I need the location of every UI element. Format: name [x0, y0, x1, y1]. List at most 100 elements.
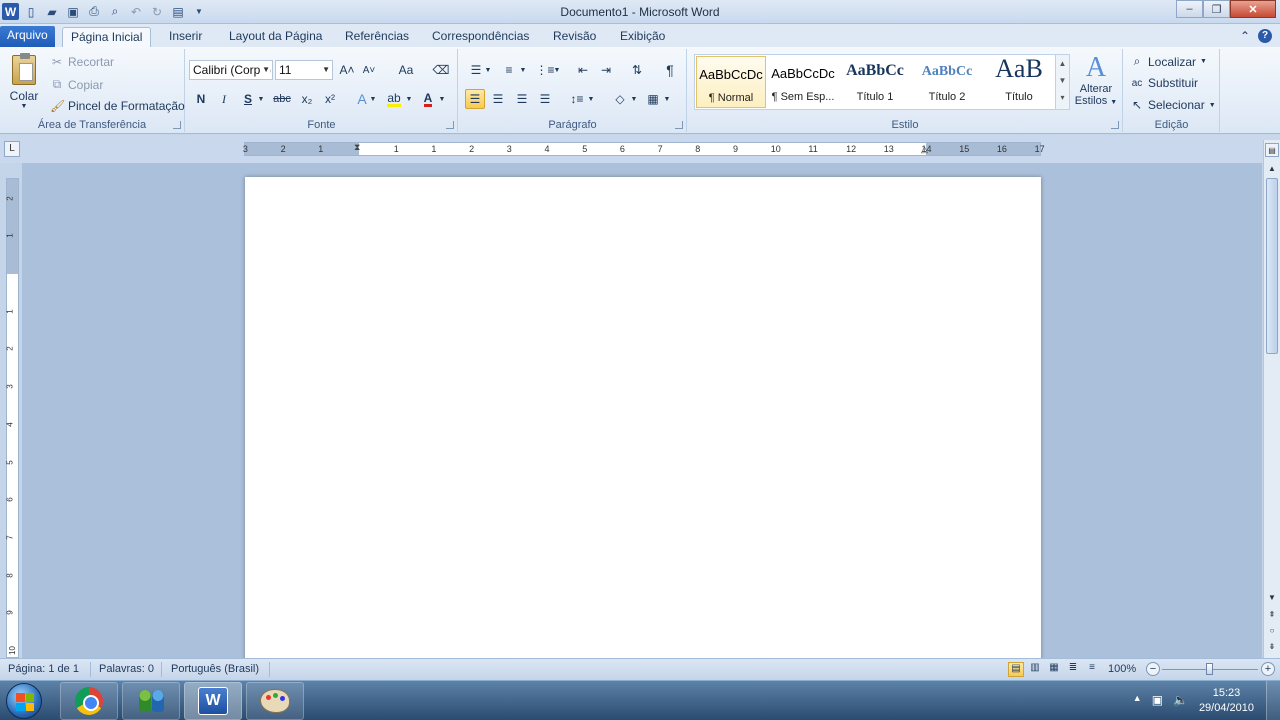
borders-dropdown-icon[interactable]: ▼ — [662, 89, 672, 109]
tab-revisao[interactable]: Revisão — [545, 27, 604, 47]
paragraph-launcher-icon[interactable] — [675, 121, 683, 129]
select-button[interactable]: ↖ Selecionar ▼ — [1130, 98, 1216, 112]
outline-view-icon[interactable]: ≣ — [1065, 662, 1081, 677]
copy-button[interactable]: ⧉ Copiar — [50, 77, 104, 92]
clipboard-launcher-icon[interactable] — [173, 121, 181, 129]
document-page[interactable] — [245, 177, 1041, 667]
font-launcher-icon[interactable] — [446, 121, 454, 129]
taskbar-paint[interactable] — [246, 682, 304, 720]
bullets-dropdown-icon[interactable]: ▼ — [483, 60, 493, 80]
vertical-scrollbar[interactable]: ▤ ▲ ▼ ⇞ ○ ⇟ — [1263, 140, 1280, 658]
tab-exibicao[interactable]: Exibição — [612, 27, 673, 47]
chevron-up-icon[interactable]: ▲ — [1056, 55, 1069, 72]
clear-formatting-icon[interactable]: ⌫ — [431, 60, 451, 80]
tab-arquivo[interactable]: Arquivo — [0, 26, 55, 47]
increase-indent-icon[interactable]: ⇥ — [596, 60, 616, 80]
full-screen-reading-icon[interactable]: ▥ — [1027, 662, 1043, 677]
start-button[interactable] — [6, 683, 42, 719]
minimize-button[interactable]: – — [1176, 0, 1203, 18]
minimize-ribbon-icon[interactable]: ⌃ — [1240, 29, 1250, 43]
italic-button[interactable]: I — [214, 89, 234, 109]
scroll-thumb[interactable] — [1266, 178, 1278, 354]
styles-gallery-scroll[interactable]: ▲ ▼ ▾ — [1055, 55, 1069, 109]
zoom-level[interactable]: 100% — [1108, 663, 1136, 675]
volume-icon[interactable]: 🔈 — [1173, 693, 1188, 707]
font-size-select[interactable]: 11 ▼ — [275, 60, 333, 80]
horizontal-ruler[interactable]: 3 2 1 1 1 2 3 4 5 6 7 8 9 10 11 12 13 14 15 16 17 ⧗ △ — [243, 142, 1045, 156]
indent-marker-icon[interactable]: ⧗ — [354, 142, 360, 153]
superscript-button[interactable]: x² — [320, 89, 340, 109]
scroll-up-icon[interactable]: ▲ — [1265, 162, 1279, 176]
style-titulo[interactable]: AaB Título — [984, 54, 1054, 108]
style-sem-espacamento[interactable]: AaBbCcDc ¶ Sem Esp... — [768, 56, 838, 108]
tab-inserir[interactable]: Inserir — [161, 27, 210, 47]
styles-launcher-icon[interactable] — [1111, 121, 1119, 129]
restore-button[interactable]: ❐ — [1203, 0, 1230, 18]
print-layout-view-icon[interactable]: ▤ — [1008, 662, 1024, 677]
style-normal[interactable]: AaBbCcDc ¶ Normal — [696, 56, 766, 108]
find-button[interactable]: ⌕ Localizar ▼ — [1130, 54, 1207, 69]
font-color-dropdown-icon[interactable]: ▼ — [437, 89, 447, 109]
justify-icon[interactable]: ☰ — [535, 89, 555, 109]
font-color-icon[interactable]: A — [418, 89, 438, 109]
tab-correspondencias[interactable]: Correspondências — [424, 27, 537, 47]
paste-button[interactable]: Colar ▼ — [6, 53, 42, 111]
align-left-icon[interactable]: ☰ — [465, 89, 485, 109]
tab-selector-button[interactable]: L — [4, 141, 20, 157]
taskbar-messenger[interactable] — [122, 682, 180, 720]
browse-object-icon[interactable]: ○ — [1265, 624, 1279, 638]
numbering-icon[interactable]: ≡ — [499, 60, 519, 80]
zoom-out-button[interactable]: − — [1146, 662, 1160, 676]
chevron-down-icon[interactable]: ▼ — [1056, 72, 1069, 89]
text-effects-dropdown-icon[interactable]: ▼ — [368, 89, 378, 109]
grow-font-button[interactable]: A˄ — [337, 60, 357, 80]
cut-button[interactable]: ✂ Recortar — [50, 55, 114, 69]
change-styles-button[interactable]: A Alterar Estilos ▼ — [1073, 53, 1119, 115]
page-count[interactable]: Página: 1 de 1 — [8, 663, 79, 675]
align-center-icon[interactable]: ☰ — [488, 89, 508, 109]
highlight-dropdown-icon[interactable]: ▼ — [404, 89, 414, 109]
draft-view-icon[interactable]: ≡ — [1084, 662, 1100, 677]
word-count[interactable]: Palavras: 0 — [99, 663, 154, 675]
web-layout-icon[interactable]: ▦ — [1046, 662, 1062, 677]
format-painter-button[interactable]: 🖌 Pincel de Formatação — [50, 99, 185, 113]
shading-dropdown-icon[interactable]: ▼ — [629, 89, 639, 109]
help-icon[interactable]: ? — [1258, 29, 1272, 43]
more-styles-icon[interactable]: ▾ — [1056, 89, 1069, 106]
show-desktop-button[interactable] — [1266, 681, 1280, 720]
borders-icon[interactable]: ▦ — [643, 89, 663, 109]
numbering-dropdown-icon[interactable]: ▼ — [518, 60, 528, 80]
tab-pagina-inicial[interactable]: Página Inicial — [62, 27, 152, 47]
bold-button[interactable]: N — [191, 89, 211, 109]
strikethrough-button[interactable]: abc — [272, 89, 292, 109]
right-indent-marker-icon[interactable]: △ — [921, 144, 928, 155]
underline-button[interactable]: S — [238, 89, 258, 109]
clock[interactable]: 15:23 29/04/2010 — [1199, 686, 1254, 716]
show-formatting-marks-button[interactable]: ¶ — [660, 60, 680, 80]
underline-dropdown-icon[interactable]: ▼ — [256, 89, 266, 109]
network-icon[interactable]: ▣ — [1152, 693, 1163, 707]
zoom-slider-thumb[interactable] — [1206, 663, 1213, 675]
show-hidden-icons-icon[interactable]: ▲ — [1133, 693, 1142, 707]
taskbar-chrome[interactable] — [60, 682, 118, 720]
line-spacing-dropdown-icon[interactable]: ▼ — [586, 89, 596, 109]
taskbar-word[interactable]: W — [184, 682, 242, 720]
tab-referencias[interactable]: Referências — [337, 27, 417, 47]
zoom-in-button[interactable]: + — [1261, 662, 1275, 676]
shrink-font-button[interactable]: A˅ — [359, 60, 379, 80]
style-titulo-1[interactable]: AaBbCc Título 1 — [840, 56, 910, 108]
multilevel-dropdown-icon[interactable]: ▼ — [552, 60, 562, 80]
shading-icon[interactable]: ◇ — [610, 89, 630, 109]
align-right-icon[interactable]: ☰ — [512, 89, 532, 109]
font-family-select[interactable]: Calibri (Corpo) ▼ — [189, 60, 273, 80]
scroll-down-icon[interactable]: ▼ — [1265, 591, 1279, 605]
previous-page-icon[interactable]: ⇞ — [1265, 608, 1279, 622]
language-indicator[interactable]: Português (Brasil) — [171, 663, 259, 675]
replace-button[interactable]: ac Substituir — [1130, 76, 1198, 90]
highlight-icon[interactable]: ab — [384, 89, 404, 109]
vertical-ruler[interactable]: 2 1 1 2 3 4 5 6 7 8 9 10 — [6, 178, 19, 658]
style-titulo-2[interactable]: AaBbCc Título 2 — [912, 56, 982, 108]
change-case-button[interactable]: Aa — [393, 60, 419, 80]
decrease-indent-icon[interactable]: ⇤ — [573, 60, 593, 80]
subscript-button[interactable]: x₂ — [297, 89, 317, 109]
